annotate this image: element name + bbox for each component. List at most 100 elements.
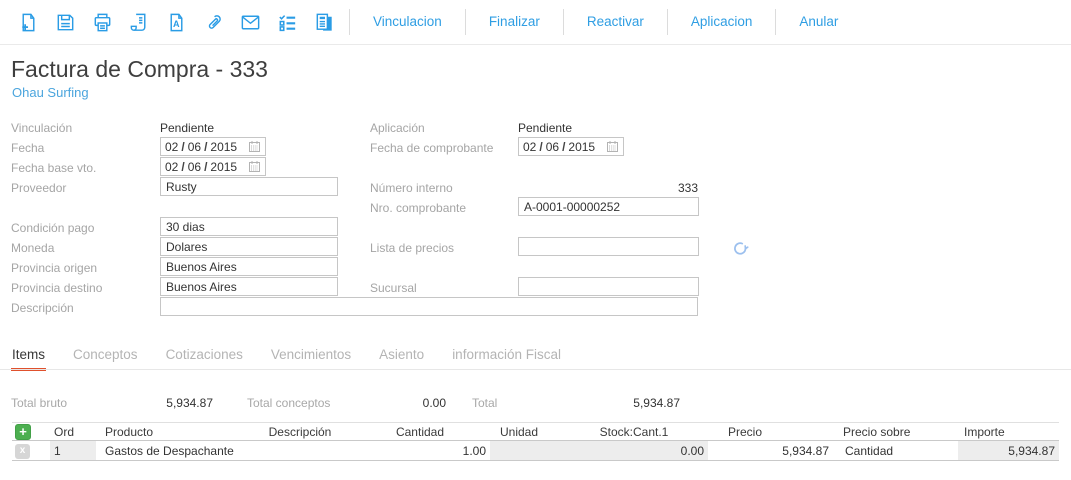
toolbar-divider [666,9,668,35]
col-header-producto: Producto [96,422,250,441]
fecha-base-label: Fecha base vto. [11,161,97,175]
toolbar-divider [349,9,350,35]
sucursal-input[interactable] [518,277,699,296]
attachment-icon[interactable] [195,5,232,39]
date-separator: / [181,139,185,154]
tab-items[interactable]: Items [11,347,47,371]
tab-cotizaciones[interactable]: Cotizaciones [165,347,244,371]
fecha-month: 06 [187,139,202,154]
date-separator: / [181,159,185,174]
calendar-icon[interactable] [248,160,261,173]
total-conceptos-label: Total conceptos [247,396,331,410]
fecha-date-input[interactable]: 02 / 06 / 2015 [160,137,266,156]
moneda-input[interactable] [160,237,338,256]
date-separator: / [204,159,208,174]
fecha-base-day: 02 [165,159,179,174]
fecha-comprobante-date-input[interactable]: 02 / 06 / 2015 [518,137,624,156]
col-header-stock: Stock:Cant.1 [560,422,708,441]
col-header-ord: Ord [50,422,96,441]
lista-precios-input[interactable] [518,237,699,256]
cell-ord: 1 [50,440,96,461]
add-row-button[interactable]: + [15,423,31,440]
total-conceptos-value: 0.00 [422,396,446,410]
tab-separator-line [0,369,1071,370]
aplicacion-button[interactable]: Aplicacion [674,5,770,39]
provincia-destino-input[interactable] [160,277,338,296]
date-separator: / [562,139,566,154]
tab-conceptos[interactable]: Conceptos [72,347,139,371]
nro-comprobante-label: Nro. comprobante [370,201,467,215]
anular-button[interactable]: Anular [782,5,855,39]
document-a-icon[interactable]: A [158,5,195,39]
aplicacion-status: Pendiente [518,121,573,135]
numero-interno-label: Número interno [370,181,453,195]
total-bruto-label: Total bruto [11,396,68,410]
date-separator: / [204,139,208,154]
aplicacion-label: Aplicación [370,121,425,135]
col-header-cantidad: Cantidad [350,422,490,441]
toolbar-divider [562,9,564,35]
cell-importe: 5,934.87 [958,440,1059,461]
supplier-link[interactable]: Ohau Surfing [12,85,89,100]
tab-asiento[interactable]: Asiento [378,347,425,371]
fecha-day: 02 [165,139,179,154]
condicion-pago-input[interactable] [160,217,338,236]
cell-precio-sobre[interactable]: Cantidad [833,440,958,461]
col-header-unidad: Unidad [490,422,560,441]
total-bruto-value: 5,934.87 [166,396,213,410]
cell-producto[interactable]: Gastos de Despachante [96,440,250,461]
provincia-origen-label: Provincia origen [11,261,98,275]
lista-precios-label: Lista de precios [370,241,455,255]
cell-stock: 0.00 [560,440,708,461]
fecha-comprobante-month: 06 [545,139,560,154]
sucursal-label: Sucursal [370,281,417,295]
condicion-pago-label: Condición pago [11,221,95,235]
fecha-label: Fecha [11,141,45,155]
cell-unidad [490,440,560,461]
cell-descripcion[interactable] [250,440,350,461]
checklist-icon[interactable] [269,5,306,39]
calendar-icon[interactable] [606,140,619,153]
fecha-comprobante-day: 02 [523,139,537,154]
save-icon[interactable] [47,5,84,39]
descripcion-input[interactable] [160,297,698,316]
refresh-icon[interactable] [729,237,751,259]
cell-precio[interactable]: 5,934.87 [708,440,833,461]
table-row: x 1 Gastos de Despachante 1.00 0.00 5,93… [12,440,1059,461]
date-separator: / [539,139,543,154]
page-title: Factura de Compra - 333 [11,56,268,82]
tab-informacion-fiscal[interactable]: información Fiscal [451,347,562,371]
calendar-icon[interactable] [248,140,261,153]
proveedor-label: Proveedor [11,181,67,195]
toolbar: A Vinculacion Finalizar Reactivar Aplica… [0,0,1071,45]
new-document-icon[interactable] [10,5,47,39]
cell-cantidad[interactable]: 1.00 [350,440,490,461]
nro-comprobante-input[interactable] [518,197,699,216]
fecha-comprobante-year: 2015 [568,139,596,154]
delete-row-button[interactable]: x [15,443,30,459]
total-label: Total [472,396,498,410]
fecha-base-month: 06 [187,159,202,174]
finalizar-button[interactable]: Finalizar [472,5,557,39]
copy-document-icon[interactable] [306,5,343,39]
fecha-base-date-input[interactable]: 02 / 06 / 2015 [160,157,266,176]
email-icon[interactable] [232,5,269,39]
total-value: 5,934.87 [633,396,680,410]
toolbar-divider [775,9,777,35]
vinculacion-status: Pendiente [160,121,215,135]
provincia-origen-input[interactable] [160,257,338,276]
print-icon[interactable] [84,5,121,39]
col-header-precio: Precio [708,422,833,441]
tab-vencimientos[interactable]: Vencimientos [270,347,352,371]
proveedor-input[interactable] [160,177,338,196]
table-header-row: + Ord Producto Descripción Cantidad Unid… [12,422,1059,441]
fecha-comprobante-label: Fecha de comprobante [370,141,494,155]
fecha-base-year: 2015 [210,159,238,174]
col-header-precio-sobre: Precio sobre [833,422,958,441]
descripcion-label: Descripción [11,301,74,315]
vinculacion-button[interactable]: Vinculacion [356,5,459,39]
receipt-icon[interactable] [121,5,158,39]
toolbar-divider [464,9,466,35]
svg-text:A: A [173,18,180,28]
reactivar-button[interactable]: Reactivar [570,5,661,39]
